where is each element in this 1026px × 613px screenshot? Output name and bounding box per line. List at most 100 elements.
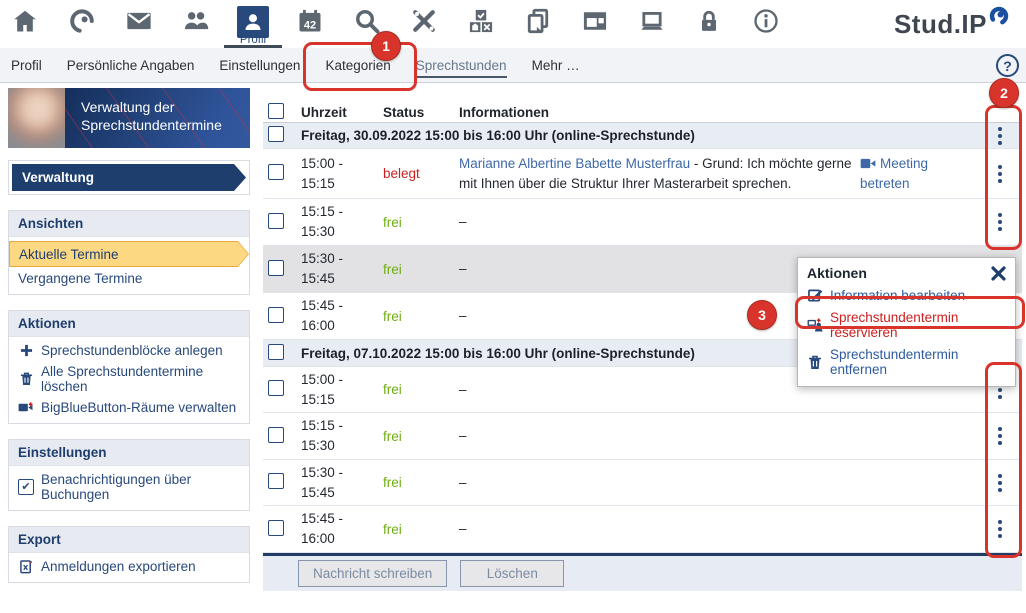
ansichten-widget-title: Ansichten bbox=[9, 211, 249, 237]
edit-icon bbox=[807, 288, 823, 303]
table-header-row: Uhrzeit Status Informationen bbox=[263, 103, 1022, 123]
popup-item-sprechstundentermin-entfernen[interactable]: Sprechstundentermin entfernen bbox=[807, 347, 1006, 377]
help-icon[interactable]: ? bbox=[996, 54, 1019, 77]
person-plus-icon bbox=[807, 318, 823, 332]
status-cell: frei bbox=[383, 475, 459, 490]
studip-logo: Stud.IP bbox=[894, 9, 1010, 39]
actions-popup: Aktionen Information bearbeiten Sprechst… bbox=[797, 257, 1016, 387]
trash-icon bbox=[807, 355, 823, 370]
nav-item-sprechstunden[interactable]: Sprechstunden bbox=[416, 58, 507, 78]
status-cell: frei bbox=[383, 382, 459, 397]
row-actions-menu-button[interactable] bbox=[992, 517, 1008, 541]
info-cell: – bbox=[459, 473, 860, 493]
info-cell: – bbox=[459, 426, 860, 446]
table-footer: Nachricht schreiben Löschen bbox=[263, 553, 1022, 591]
lock-icon[interactable] bbox=[694, 0, 724, 48]
column-header-status: Status bbox=[383, 105, 459, 120]
annotation-step-2: 2 bbox=[989, 78, 1019, 108]
computer-icon[interactable] bbox=[637, 0, 667, 48]
community-icon[interactable] bbox=[181, 0, 211, 48]
close-icon[interactable] bbox=[991, 266, 1006, 281]
tools-icon[interactable] bbox=[409, 0, 439, 48]
sidebar-action-bbb-raeume[interactable]: BigBlueButton-Räume verwalten bbox=[9, 397, 249, 418]
write-message-button[interactable]: Nachricht schreiben bbox=[298, 560, 447, 587]
trash-icon bbox=[18, 372, 34, 386]
sidebar: Verwaltung der Sprechstundentermine Verw… bbox=[8, 88, 250, 583]
row-actions-menu-button[interactable] bbox=[992, 471, 1008, 495]
notification-checkbox[interactable] bbox=[18, 479, 34, 495]
group-checkbox[interactable] bbox=[268, 344, 284, 360]
sidebar-action-bloecke-anlegen[interactable]: Sprechstundenblöcke anlegen bbox=[9, 340, 249, 361]
select-all-checkbox[interactable] bbox=[268, 103, 284, 119]
row-actions-menu-button[interactable] bbox=[992, 210, 1008, 234]
group-checkbox[interactable] bbox=[268, 126, 284, 142]
date-group-header: Freitag, 30.09.2022 15:00 bis 16:00 Uhr … bbox=[263, 123, 1022, 149]
time-cell: 15:45 -16:00 bbox=[301, 296, 383, 335]
time-cell: 15:00 -15:15 bbox=[301, 370, 383, 409]
notification-toggle[interactable]: Benachrichtigungen über Buchungen bbox=[9, 469, 249, 505]
delete-button[interactable]: Löschen bbox=[460, 560, 564, 587]
camera-plus-icon bbox=[18, 401, 34, 414]
export-doc-icon bbox=[18, 560, 34, 574]
camera-icon bbox=[860, 158, 876, 169]
resources-icon[interactable] bbox=[466, 0, 496, 48]
row-checkbox[interactable] bbox=[268, 380, 284, 396]
sidebar-action-termine-loeschen[interactable]: Alle Sprechstundentermine löschen bbox=[9, 361, 249, 397]
profile-tab[interactable]: Profil bbox=[236, 0, 270, 48]
row-checkbox[interactable] bbox=[268, 520, 284, 536]
row-checkbox[interactable] bbox=[268, 260, 284, 276]
annotation-step-3: 3 bbox=[747, 300, 777, 330]
sidebar-item-vergangene-termine[interactable]: Vergangene Termine bbox=[9, 268, 249, 289]
status-cell: frei bbox=[383, 215, 459, 230]
files-icon[interactable] bbox=[523, 0, 553, 48]
time-cell: 15:30 -15:45 bbox=[301, 249, 383, 288]
status-cell: frei bbox=[383, 309, 459, 324]
einstellungen-widget-title: Einstellungen bbox=[9, 440, 249, 466]
sidebar-title: Verwaltung der Sprechstundentermine bbox=[65, 88, 250, 148]
schedule-icon[interactable]: 42 bbox=[295, 0, 325, 48]
avatar bbox=[8, 88, 65, 148]
info-cell: – bbox=[459, 519, 860, 539]
table-row: 15:00 -15:15 belegt Marianne Albertine B… bbox=[263, 149, 1022, 199]
courseware-icon[interactable] bbox=[580, 0, 610, 48]
ansichten-widget: Ansichten Aktuelle Termine Vergangene Te… bbox=[8, 210, 250, 295]
page-nav: Profil Persönliche Angaben Einstellungen… bbox=[0, 48, 1026, 83]
table-row: 15:30 -15:45 frei – bbox=[263, 460, 1022, 506]
nav-item-persoenliche-angaben[interactable]: Persönliche Angaben bbox=[67, 58, 195, 73]
time-cell: 15:45 -16:00 bbox=[301, 509, 383, 548]
mail-icon[interactable] bbox=[124, 0, 154, 48]
nav-item-einstellungen[interactable]: Einstellungen bbox=[219, 58, 300, 73]
row-checkbox[interactable] bbox=[268, 473, 284, 489]
status-cell: frei bbox=[383, 429, 459, 444]
row-actions-menu-button[interactable] bbox=[992, 424, 1008, 448]
aktionen-widget: Aktionen Sprechstundenblöcke anlegen All… bbox=[8, 310, 250, 424]
sidebar-item-aktuelle-termine[interactable]: Aktuelle Termine bbox=[9, 241, 249, 267]
verwaltung-nav-item[interactable]: Verwaltung bbox=[12, 164, 246, 191]
popup-item-sprechstundentermin-reservieren[interactable]: Sprechstundentermin reservieren bbox=[807, 310, 1006, 340]
spiral-icon[interactable] bbox=[67, 0, 97, 48]
actions-popup-title: Aktionen bbox=[807, 265, 867, 281]
row-checkbox[interactable] bbox=[268, 307, 284, 323]
plus-icon bbox=[18, 344, 34, 357]
row-checkbox[interactable] bbox=[268, 213, 284, 229]
meeting-link[interactable]: Meeting betreten bbox=[860, 154, 978, 193]
info-icon[interactable] bbox=[751, 0, 781, 48]
table-row: 15:15 -15:30 frei – bbox=[263, 199, 1022, 246]
sidebar-action-anmeldungen-exportieren[interactable]: Anmeldungen exportieren bbox=[9, 556, 249, 577]
nav-item-profil[interactable]: Profil bbox=[11, 58, 42, 73]
column-header-uhrzeit: Uhrzeit bbox=[301, 103, 383, 123]
home-icon[interactable] bbox=[10, 0, 40, 48]
booker-name-link[interactable]: Marianne Albertine Babette Musterfrau bbox=[459, 156, 690, 171]
column-header-informationen: Informationen bbox=[459, 103, 860, 123]
row-actions-menu-button[interactable] bbox=[992, 124, 1008, 148]
export-widget-title: Export bbox=[9, 527, 249, 553]
row-actions-menu-button[interactable] bbox=[992, 162, 1008, 186]
row-checkbox[interactable] bbox=[268, 427, 284, 443]
status-cell: belegt bbox=[383, 166, 459, 181]
status-cell: frei bbox=[383, 522, 459, 537]
nav-item-mehr[interactable]: Mehr … bbox=[532, 58, 580, 73]
row-checkbox[interactable] bbox=[268, 164, 284, 180]
status-cell: frei bbox=[383, 262, 459, 277]
table-row: 15:15 -15:30 frei – bbox=[263, 413, 1022, 460]
popup-item-information-bearbeiten[interactable]: Information bearbeiten bbox=[807, 288, 1006, 303]
